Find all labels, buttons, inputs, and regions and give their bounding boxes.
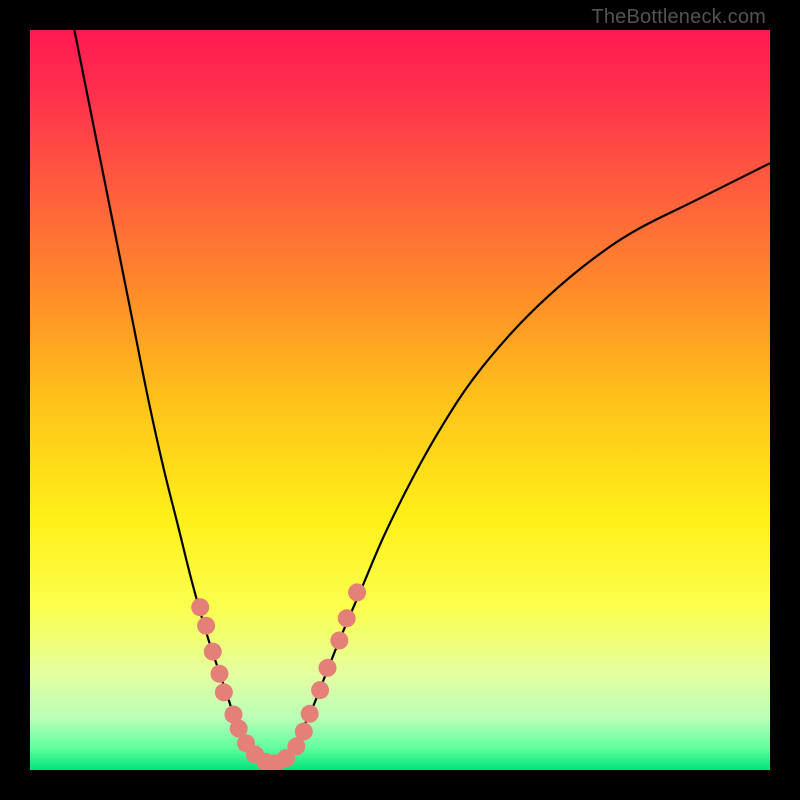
data-marker (210, 665, 228, 683)
data-marker (295, 723, 313, 741)
data-marker (301, 705, 319, 723)
watermark-text: TheBottleneck.com (591, 6, 766, 29)
data-marker (197, 617, 215, 635)
data-marker (191, 598, 209, 616)
data-marker (311, 681, 329, 699)
data-marker (330, 632, 348, 650)
data-marker (204, 643, 222, 661)
chart-frame: TheBottleneck.com (0, 0, 800, 800)
right-curve (274, 163, 770, 765)
data-marker (348, 583, 366, 601)
data-marker (215, 683, 233, 701)
curve-markers (191, 583, 366, 770)
chart-svg (30, 30, 770, 770)
data-marker (318, 659, 336, 677)
data-marker (338, 609, 356, 627)
plot-area (30, 30, 770, 770)
left-curve (74, 30, 266, 766)
